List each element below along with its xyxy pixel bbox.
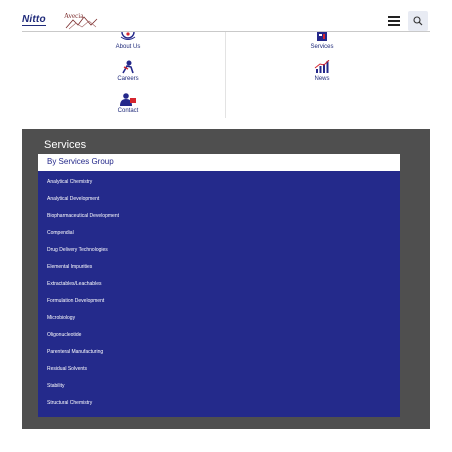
- search-button[interactable]: [408, 11, 428, 31]
- list-item[interactable]: Parenteral Manufacturing: [47, 349, 103, 355]
- info-globe-icon: [120, 32, 136, 40]
- quick-link-careers[interactable]: Careers: [68, 60, 188, 82]
- list-item[interactable]: Structural Chemistry: [47, 400, 92, 406]
- quick-link-about-us[interactable]: About Us: [68, 32, 188, 50]
- services-icon: [317, 32, 327, 41]
- list-item[interactable]: Analytical Chemistry: [47, 179, 92, 185]
- list-item[interactable]: Oligonucleotide: [47, 332, 81, 338]
- quick-link-label: Services: [310, 44, 334, 50]
- quick-link-contact[interactable]: Contact: [68, 93, 188, 114]
- quick-link-label: Contact: [117, 108, 139, 114]
- services-list: Analytical Chemistry Analytical Developm…: [38, 171, 400, 417]
- list-item[interactable]: Biopharmaceutical Development: [47, 213, 119, 219]
- hamburger-menu-button[interactable]: [386, 13, 402, 29]
- avecia-logo[interactable]: Avecia: [64, 12, 100, 30]
- quick-link-label: Careers: [117, 76, 139, 82]
- services-panel: Services By Services Group Analytical Ch…: [22, 129, 430, 429]
- services-title: Services: [44, 139, 87, 151]
- hamburger-icon: [388, 16, 400, 18]
- list-item[interactable]: Formulation Development: [47, 298, 104, 304]
- list-item[interactable]: Elemental Impurities: [47, 264, 92, 270]
- list-item[interactable]: Drug Delivery Technologies: [47, 247, 108, 253]
- list-item[interactable]: Analytical Development: [47, 196, 99, 202]
- search-icon: [413, 16, 423, 26]
- site-header: Nitto Avecia: [0, 10, 452, 32]
- bar-chart-icon: [314, 60, 330, 73]
- page: Nitto Avecia About Us Services Careers N…: [0, 0, 452, 452]
- nitto-logo[interactable]: Nitto: [22, 14, 46, 26]
- quick-link-label: About Us: [115, 44, 141, 50]
- quick-link-label: News: [314, 76, 330, 82]
- list-item[interactable]: Residual Solvents: [47, 366, 87, 372]
- list-item[interactable]: Extractables/Leachables: [47, 281, 101, 287]
- quick-link-services[interactable]: Services: [262, 32, 382, 50]
- list-item[interactable]: Stability: [47, 383, 65, 389]
- career-person-icon: [122, 60, 134, 74]
- services-group-selector[interactable]: By Services Group: [38, 154, 400, 171]
- contact-person-icon: [120, 93, 136, 106]
- avecia-logo-mark: [65, 16, 98, 30]
- list-item[interactable]: Compendial: [47, 230, 74, 236]
- services-group-label: By Services Group: [47, 157, 114, 166]
- list-item[interactable]: Microbiology: [47, 315, 75, 321]
- quick-link-news[interactable]: News: [262, 60, 382, 82]
- quick-links-divider: [225, 32, 226, 118]
